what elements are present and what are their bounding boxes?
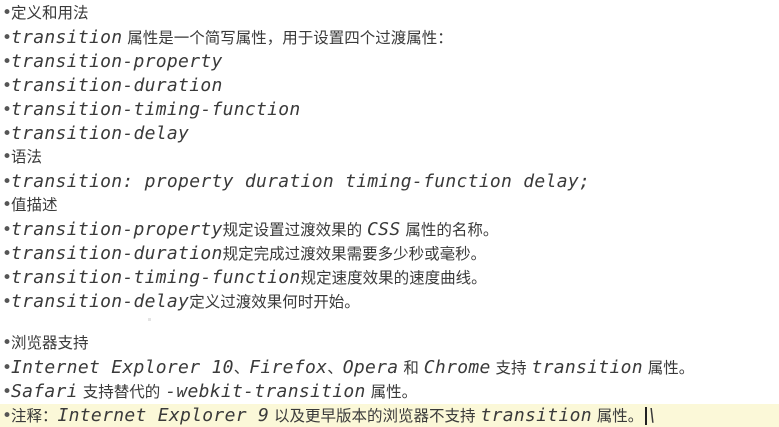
description-text: 支持替代的 (77, 383, 166, 401)
description-text: 属性是一个简写属性，用于设置四个过渡属性： (122, 29, 453, 47)
code-text: Internet Explorer 10 (11, 357, 234, 378)
bullet: • (2, 382, 13, 402)
code-text: transition-property (11, 219, 223, 240)
line-description: •transition 属性是一个简写属性，用于设置四个过渡属性： (2, 26, 453, 49)
code-text: Opera (342, 357, 399, 378)
line-syntax: •transition: property duration timing-fu… (2, 170, 590, 193)
heading-text: 定义和用法 (11, 4, 89, 22)
bullet: • (2, 3, 13, 23)
code-text: transition-timing-function (11, 99, 301, 120)
line-heading-browser-support: •浏览器支持 (2, 332, 89, 355)
separator-text: 、 (233, 359, 250, 377)
heading-text: 值描述 (11, 196, 58, 214)
code-text: Internet Explorer 9 (57, 405, 270, 426)
code-text: transition (480, 405, 592, 426)
code-text: CSS (367, 219, 401, 240)
description-text: 支持 (490, 359, 532, 377)
code-text: transition: property duration timing-fun… (11, 171, 591, 192)
text-editor[interactable]: •定义和用法 •transition 属性是一个简写属性，用于设置四个过渡属性：… (0, 0, 779, 427)
bullet: • (2, 124, 13, 144)
line-value-property: •transition-property规定设置过渡效果的 CSS 属性的名称。 (2, 218, 498, 241)
description-text: 规定设置过渡效果的 (222, 221, 368, 239)
description-text: 定义过渡效果何时开始。 (189, 293, 360, 311)
line-duration: •transition-duration (2, 74, 223, 97)
code-text: transition-delay (11, 291, 190, 312)
stray-mark (148, 318, 151, 321)
separator-text: 、 (327, 359, 343, 377)
note-label: 注释： (11, 407, 58, 425)
bullet: • (2, 292, 13, 312)
description-text: 属性。 (591, 407, 644, 425)
line-value-delay: •transition-delay定义过渡效果何时开始。 (2, 290, 360, 313)
bullet: • (2, 358, 13, 378)
description-text: 属性。 (365, 383, 418, 401)
code-text: Chrome (423, 357, 491, 378)
bullet: • (2, 333, 13, 353)
description-text: 规定完成过渡效果需要多少秒或毫秒。 (222, 245, 487, 263)
line-note-current[interactable]: •注释：Internet Explorer 9 以及更早版本的浏览器不支持 tr… (0, 404, 779, 427)
description-text: 属性的名称。 (400, 221, 499, 239)
code-text: Firefox (249, 357, 328, 378)
code-text: transition-timing-function (11, 267, 301, 288)
line-heading-syntax: •语法 (2, 146, 42, 169)
bullet: • (2, 100, 13, 120)
bullet: • (2, 147, 13, 167)
bullet: • (2, 406, 13, 426)
code-text: transition (11, 27, 123, 48)
bullet: • (2, 52, 13, 72)
line-safari-support: •Safari 支持替代的 -webkit-transition 属性。 (2, 380, 417, 403)
description-text: 以及更早版本的浏览器不支持 (269, 407, 481, 425)
line-heading-definition: •定义和用法 (2, 2, 89, 25)
bullet: • (2, 244, 13, 264)
code-text: transition-duration (11, 75, 223, 96)
code-text: transition (531, 357, 643, 378)
description-text: 属性。 (642, 359, 695, 377)
line-value-duration: •transition-duration规定完成过渡效果需要多少秒或毫秒。 (2, 242, 486, 265)
bullet: • (2, 28, 13, 48)
line-heading-values: •值描述 (2, 194, 58, 217)
bullet: • (2, 220, 13, 240)
code-text: Safari (11, 381, 78, 402)
code-text: transition-property (11, 51, 223, 72)
heading-text: 浏览器支持 (11, 334, 89, 352)
line-value-timing-function: •transition-timing-function规定速度效果的速度曲线。 (2, 266, 487, 289)
description-text: 规定速度效果的速度曲线。 (300, 269, 487, 287)
heading-text: 语法 (11, 148, 43, 166)
description-text: 和 (398, 359, 424, 377)
code-text: transition-duration (11, 243, 223, 264)
bullet: • (2, 268, 13, 288)
line-timing-function: •transition-timing-function (2, 98, 301, 121)
code-text: -webkit-transition (165, 381, 366, 402)
line-property: •transition-property (2, 50, 223, 73)
bullet: • (2, 195, 13, 215)
bullet: • (2, 172, 13, 192)
bullet: • (2, 76, 13, 96)
trailing-char: \ (647, 405, 659, 426)
code-text: transition-delay (11, 123, 190, 144)
line-delay: •transition-delay (2, 122, 189, 145)
line-browser-support: •Internet Explorer 10、Firefox、Opera 和 Ch… (2, 356, 694, 379)
